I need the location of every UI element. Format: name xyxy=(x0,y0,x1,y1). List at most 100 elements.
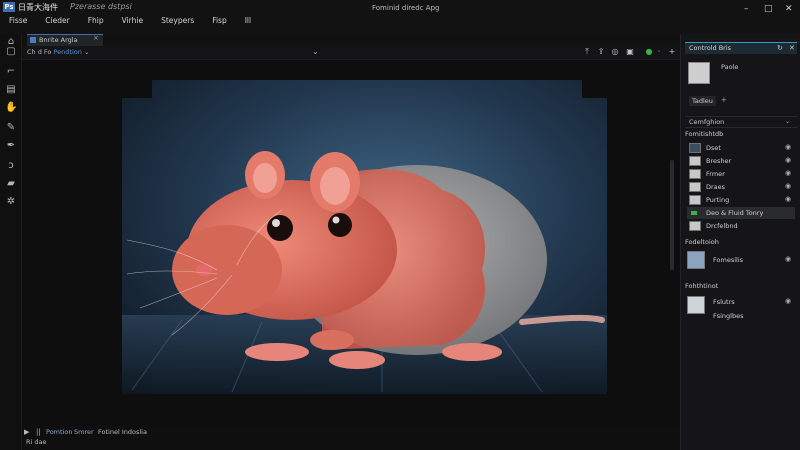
document-tab-bar: Bnrite Argla × xyxy=(22,34,680,46)
pause-icon[interactable]: || xyxy=(36,428,41,436)
eye-icon[interactable]: ◉ xyxy=(785,156,791,164)
eye-icon[interactable]: ◉ xyxy=(785,169,791,177)
refresh-icon[interactable]: ↻ xyxy=(777,44,783,52)
document-icon[interactable]: ▤ xyxy=(5,84,17,96)
zoom-readout: Ri dae xyxy=(26,438,47,446)
layer-row[interactable]: Dset ◉ xyxy=(687,142,795,154)
layer-name: Fsinglbes xyxy=(713,312,744,320)
add-icon[interactable]: + xyxy=(721,96,727,104)
section-header[interactable]: Cemfghion ⌄ xyxy=(685,116,797,128)
layer-thumbnail xyxy=(689,169,701,179)
menu-item-4[interactable]: Virhie xyxy=(113,14,152,28)
layer-row-selected[interactable]: Deo & Fluid Tonry xyxy=(687,207,795,219)
eye-icon[interactable]: ◉ xyxy=(785,143,791,151)
menu-item-3[interactable]: Fhip xyxy=(79,14,113,28)
crop-icon[interactable]: ⌐ xyxy=(5,66,17,78)
eye-icon[interactable]: ◉ xyxy=(785,182,791,190)
menu-item-6[interactable]: Fisp xyxy=(203,14,236,28)
chevron-down-icon[interactable]: ⌄ xyxy=(785,118,790,125)
eye-icon[interactable]: ◉ xyxy=(785,297,791,305)
title-bar: Ps 日青大海件 Pzerasse dstpsi Fominid diredc … xyxy=(0,0,800,34)
canvas-area[interactable] xyxy=(22,60,680,426)
chevron-down-icon[interactable]: ⌄ xyxy=(84,48,89,56)
image-file-icon xyxy=(30,37,36,43)
layer-row[interactable]: Frmer ◉ xyxy=(687,168,795,180)
target-icon[interactable]: ◎ xyxy=(610,47,620,56)
layer-group-3[interactable]: Fohthtinot xyxy=(685,282,718,290)
preview-thumbnail[interactable] xyxy=(688,62,710,84)
layer-row[interactable]: Fsinglbes xyxy=(687,310,795,322)
menu-item-2[interactable]: Cieder xyxy=(36,14,78,28)
settings-icon[interactable]: ✲ xyxy=(5,196,17,208)
app-logo-icon: Ps xyxy=(3,2,15,12)
group-label: Fodeltoioh xyxy=(685,238,719,246)
app-subtitle: Pzerasse dstpsi xyxy=(70,2,132,11)
layer-row[interactable]: Drcfelbnd xyxy=(687,220,795,232)
vertical-scrollbar[interactable] xyxy=(670,160,674,270)
status-item-1[interactable]: Pomtion xyxy=(46,428,72,436)
layer-thumbnail xyxy=(689,221,701,231)
layer-row[interactable]: Fomesilis ◉ xyxy=(687,254,795,266)
layer-group-1[interactable]: Fomitishtdb xyxy=(685,130,723,138)
cloud-icon[interactable]: ● xyxy=(644,47,654,56)
brush-icon[interactable]: ✎ xyxy=(5,122,17,134)
menu-item-5[interactable]: Steypers xyxy=(152,14,203,28)
layer-thumbnail xyxy=(689,182,701,192)
hand-icon[interactable]: ✋ xyxy=(5,102,17,114)
pen-icon[interactable]: ✒ xyxy=(5,140,17,152)
status-item-3[interactable]: Fotinel Indoslia xyxy=(98,428,147,436)
app-name: 日青大海件 xyxy=(18,3,58,12)
menu-item-1[interactable]: Fisse xyxy=(0,14,36,28)
maximize-button[interactable]: □ xyxy=(764,4,773,14)
save-icon[interactable]: ▣ xyxy=(625,47,635,56)
document-tab[interactable]: Bnrite Argla xyxy=(27,34,103,46)
layer-row[interactable]: Draes ◉ xyxy=(687,181,795,193)
window-title: Fominid diredc Apg xyxy=(372,4,440,12)
layer-thumbnail xyxy=(689,195,701,205)
eye-icon[interactable]: ◉ xyxy=(785,195,791,203)
layer-thumbnail xyxy=(689,143,701,153)
fill-icon[interactable]: ▰ xyxy=(5,178,17,190)
panel-header-label: Controld Bris xyxy=(689,44,732,52)
layer-name: Fslutrs xyxy=(713,298,735,306)
layer-name: Frmer xyxy=(706,170,725,178)
play-icon[interactable]: ▶ xyxy=(24,428,29,436)
center-chevron-icon[interactable]: ⌄ xyxy=(312,47,319,56)
layer-name: Draes xyxy=(706,183,726,191)
eye-icon[interactable]: ◉ xyxy=(785,255,791,263)
panel-header[interactable]: Controld Bris ↻ ✕ xyxy=(685,42,797,54)
status-bar: ▶ || Pomtion Smrer Fotinel Indoslia Ri d… xyxy=(22,426,680,450)
tab-close-icon[interactable]: × xyxy=(93,34,99,42)
layer-name: Purting xyxy=(706,196,730,204)
arrow-icon[interactable]: ⤒ xyxy=(582,47,592,57)
layer-row[interactable]: Fslutrs ◉ xyxy=(687,296,795,308)
layer-thumbnail xyxy=(689,156,701,166)
mode-label: Pendtion xyxy=(53,48,82,56)
menu-item-7[interactable]: Ill xyxy=(236,14,260,28)
layer-row[interactable]: Purting ◉ xyxy=(687,194,795,206)
document-tab-label: Bnrite Argla xyxy=(39,36,78,44)
lasso-icon[interactable]: ↄ xyxy=(5,160,17,172)
tools-panel: ⌂ ▢ ⌐ ▤ ✋ ✎ ✒ ↄ ▰ ✲ xyxy=(0,34,22,450)
frame-icon[interactable]: ▢ xyxy=(5,46,17,58)
layer-row[interactable]: Bresher ◉ xyxy=(687,155,795,167)
status-item-2[interactable]: Smrer xyxy=(74,428,94,436)
green-dot-icon xyxy=(691,211,697,215)
layer-name: Fomesilis xyxy=(713,256,744,264)
right-panel: Controld Bris ↻ ✕ Paole Tadleu + Cemfghi… xyxy=(680,34,800,450)
tool-label: Ch d Fo xyxy=(27,48,52,56)
section-label: Cemfghion xyxy=(689,118,725,126)
layer-name: Bresher xyxy=(706,157,732,165)
panel-action-button[interactable]: Tadleu xyxy=(689,96,716,106)
tool-options[interactable]: Ch d Fo Pendtion ⌄ xyxy=(27,48,89,56)
more-icon[interactable]: · xyxy=(654,47,664,56)
close-window-button[interactable]: ✕ xyxy=(785,4,793,14)
share-icon[interactable]: ⇪ xyxy=(596,47,606,56)
close-icon[interactable]: ✕ xyxy=(789,44,795,52)
canvas-image[interactable] xyxy=(22,60,680,426)
group-label: Fomitishtdb xyxy=(685,130,724,138)
group-label: Fohthtinot xyxy=(685,282,719,290)
layer-group-2[interactable]: Fodeltoioh xyxy=(685,238,719,246)
minimize-button[interactable]: – xyxy=(744,4,749,14)
add-icon[interactable]: + xyxy=(667,47,677,56)
